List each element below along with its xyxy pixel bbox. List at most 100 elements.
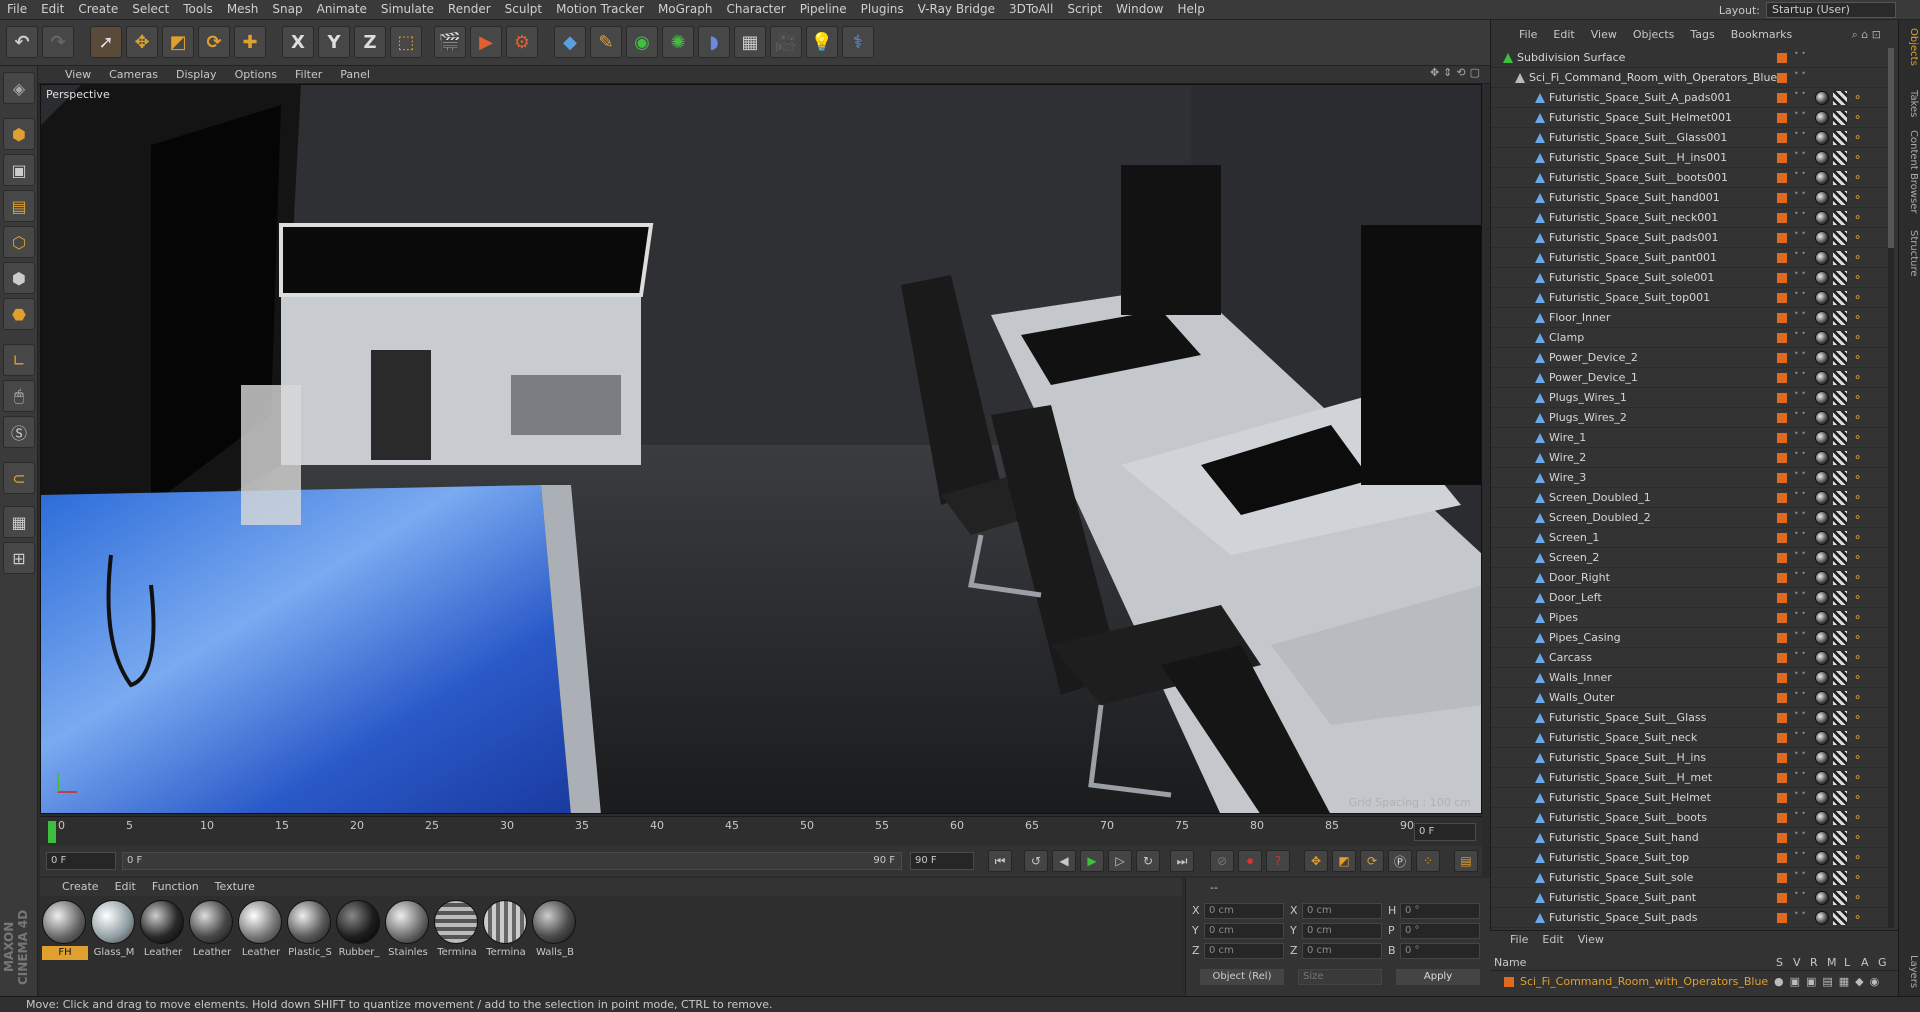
om-menu-bookmarks[interactable]: Bookmarks bbox=[1723, 26, 1800, 44]
visibility-dots-icon[interactable]: • • bbox=[1794, 730, 1806, 738]
scale-tool-icon[interactable]: ◩ bbox=[162, 26, 194, 58]
axis-x-button[interactable]: X bbox=[282, 26, 314, 58]
material-tag-icon[interactable] bbox=[1815, 551, 1829, 565]
go-to-start-icon[interactable]: ⏮ bbox=[988, 850, 1012, 872]
object-row[interactable]: Futuristic_Space_Suit_top001 • • ⚬ bbox=[1491, 288, 1891, 308]
object-row[interactable]: Power_Device_1 • • ⚬ bbox=[1491, 368, 1891, 388]
tab-objects[interactable]: Objects bbox=[1901, 28, 1919, 66]
size-mode-dropdown[interactable]: Size bbox=[1298, 969, 1382, 985]
layer-color-swatch[interactable] bbox=[1777, 493, 1787, 503]
object-row[interactable]: Futuristic_Space_Suit__Glass • • ⚬ bbox=[1491, 708, 1891, 728]
axis-y-button[interactable]: Y bbox=[318, 26, 350, 58]
object-row[interactable]: Door_Right • • ⚬ bbox=[1491, 568, 1891, 588]
object-row[interactable]: Wire_2 • • ⚬ bbox=[1491, 448, 1891, 468]
edges-mode-icon[interactable]: ⬢ bbox=[3, 262, 35, 294]
position-x-field[interactable]: 0 cm bbox=[1204, 903, 1284, 919]
om-search-icon[interactable]: ⌕ ⌂ ⊡ bbox=[1844, 26, 1889, 44]
uvw-tag-icon[interactable] bbox=[1833, 831, 1847, 845]
menu-sculpt[interactable]: Sculpt bbox=[498, 0, 549, 19]
coordinate-mode-dropdown[interactable]: Object (Rel) bbox=[1200, 969, 1284, 985]
phong-tag-icon[interactable]: ⚬ bbox=[1853, 271, 1862, 284]
phong-tag-icon[interactable]: ⚬ bbox=[1853, 611, 1862, 624]
menu-pipeline[interactable]: Pipeline bbox=[793, 0, 854, 19]
phong-tag-icon[interactable]: ⚬ bbox=[1853, 371, 1862, 384]
position-y-field[interactable]: 0 cm bbox=[1204, 923, 1284, 939]
material-tag-icon[interactable] bbox=[1815, 91, 1829, 105]
uvw-tag-icon[interactable] bbox=[1833, 571, 1847, 585]
position-z-field[interactable]: 0 cm bbox=[1204, 943, 1284, 959]
menu-vray-bridge[interactable]: V-Ray Bridge bbox=[911, 0, 1002, 19]
range-end-field[interactable]: 90 F bbox=[910, 852, 974, 870]
visibility-dots-icon[interactable]: • • bbox=[1794, 810, 1806, 818]
material-tag-icon[interactable] bbox=[1815, 751, 1829, 765]
object-row[interactable]: Carcass • • ⚬ bbox=[1491, 648, 1891, 668]
layer-color-swatch[interactable] bbox=[1777, 673, 1787, 683]
snapping-icon[interactable]: ⊂ bbox=[3, 462, 35, 494]
render-settings-icon[interactable]: ⚙ bbox=[506, 26, 538, 58]
material-tag-icon[interactable] bbox=[1815, 151, 1829, 165]
size-z-field[interactable]: 0 cm bbox=[1302, 943, 1382, 959]
phong-tag-icon[interactable]: ⚬ bbox=[1853, 511, 1862, 524]
visibility-dots-icon[interactable]: • • bbox=[1794, 410, 1806, 418]
pen-spline-icon[interactable]: ✎ bbox=[590, 26, 622, 58]
layer-color-swatch[interactable] bbox=[1777, 533, 1787, 543]
uvw-tag-icon[interactable] bbox=[1833, 111, 1847, 125]
object-row[interactable]: Futuristic_Space_Suit__boots • • ⚬ bbox=[1491, 808, 1891, 828]
visibility-dots-icon[interactable]: • • bbox=[1794, 190, 1806, 198]
object-row[interactable]: Futuristic_Space_Suit_neck001 • • ⚬ bbox=[1491, 208, 1891, 228]
uvw-tag-icon[interactable] bbox=[1833, 791, 1847, 805]
visibility-dots-icon[interactable]: • • bbox=[1794, 650, 1806, 658]
material-tag-icon[interactable] bbox=[1815, 891, 1829, 905]
viewport-menu-view[interactable]: View bbox=[56, 66, 100, 83]
material-tag-icon[interactable] bbox=[1815, 671, 1829, 685]
object-row[interactable]: Futuristic_Space_Suit__Glass001 • • ⚬ bbox=[1491, 128, 1891, 148]
make-editable-icon[interactable]: ◈ bbox=[3, 72, 35, 104]
layer-menu-edit[interactable]: Edit bbox=[1542, 933, 1563, 946]
phong-tag-icon[interactable]: ⚬ bbox=[1853, 651, 1862, 664]
phong-tag-icon[interactable]: ⚬ bbox=[1853, 471, 1862, 484]
material-menu-create[interactable]: Create bbox=[54, 878, 107, 896]
phong-tag-icon[interactable]: ⚬ bbox=[1853, 831, 1862, 844]
key-pla-icon[interactable]: ⁘ bbox=[1416, 850, 1440, 872]
material-tag-icon[interactable] bbox=[1815, 411, 1829, 425]
camera-icon[interactable]: 🎥 bbox=[770, 26, 802, 58]
visibility-dots-icon[interactable]: • • bbox=[1794, 610, 1806, 618]
object-list[interactable]: Subdivision Surface • • Sci_Fi_Command_Roo… bbox=[1491, 48, 1899, 928]
layer-color-swatch[interactable] bbox=[1777, 233, 1787, 243]
uvw-tag-icon[interactable] bbox=[1833, 531, 1847, 545]
menu-select[interactable]: Select bbox=[125, 0, 176, 19]
visibility-dots-icon[interactable]: • • bbox=[1794, 830, 1806, 838]
visibility-dots-icon[interactable]: • • bbox=[1794, 170, 1806, 178]
viewport-menu-cameras[interactable]: Cameras bbox=[100, 66, 167, 83]
phong-tag-icon[interactable]: ⚬ bbox=[1853, 391, 1862, 404]
phong-tag-icon[interactable]: ⚬ bbox=[1853, 851, 1862, 864]
layer-color-swatch[interactable] bbox=[1777, 273, 1787, 283]
phong-tag-icon[interactable]: ⚬ bbox=[1853, 791, 1862, 804]
tab-content-browser[interactable]: Content Browser bbox=[1901, 130, 1919, 213]
material-tag-icon[interactable] bbox=[1815, 651, 1829, 665]
rotate-tool-icon[interactable]: ⟳ bbox=[198, 26, 230, 58]
object-row[interactable]: Futuristic_Space_Suit_pant • • ⚬ bbox=[1491, 888, 1891, 908]
material-tag-icon[interactable] bbox=[1815, 231, 1829, 245]
phong-tag-icon[interactable]: ⚬ bbox=[1853, 351, 1862, 364]
record-keys-icon[interactable]: ⊘ bbox=[1210, 850, 1234, 872]
visibility-dots-icon[interactable]: • • bbox=[1794, 270, 1806, 278]
visibility-dots-icon[interactable]: • • bbox=[1794, 630, 1806, 638]
uvw-tag-icon[interactable] bbox=[1833, 331, 1847, 345]
material-tag-icon[interactable] bbox=[1815, 351, 1829, 365]
phong-tag-icon[interactable]: ⚬ bbox=[1853, 431, 1862, 444]
material-tag-icon[interactable] bbox=[1815, 451, 1829, 465]
3d-viewport[interactable]: Perspective Grid Spacing : 100 cm bbox=[40, 84, 1482, 814]
material-swatch[interactable]: Leather bbox=[189, 900, 235, 960]
uvw-tag-icon[interactable] bbox=[1833, 391, 1847, 405]
material-tag-icon[interactable] bbox=[1815, 691, 1829, 705]
visibility-dots-icon[interactable]: • • bbox=[1794, 670, 1806, 678]
material-tag-icon[interactable] bbox=[1815, 791, 1829, 805]
layer-color-swatch[interactable] bbox=[1777, 793, 1787, 803]
size-x-field[interactable]: 0 cm bbox=[1302, 903, 1382, 919]
layer-color-swatch[interactable] bbox=[1777, 693, 1787, 703]
polygons-mode-icon[interactable]: ⬣ bbox=[3, 298, 35, 330]
uvw-tag-icon[interactable] bbox=[1833, 411, 1847, 425]
phong-tag-icon[interactable]: ⚬ bbox=[1853, 911, 1862, 924]
material-tag-icon[interactable] bbox=[1815, 731, 1829, 745]
